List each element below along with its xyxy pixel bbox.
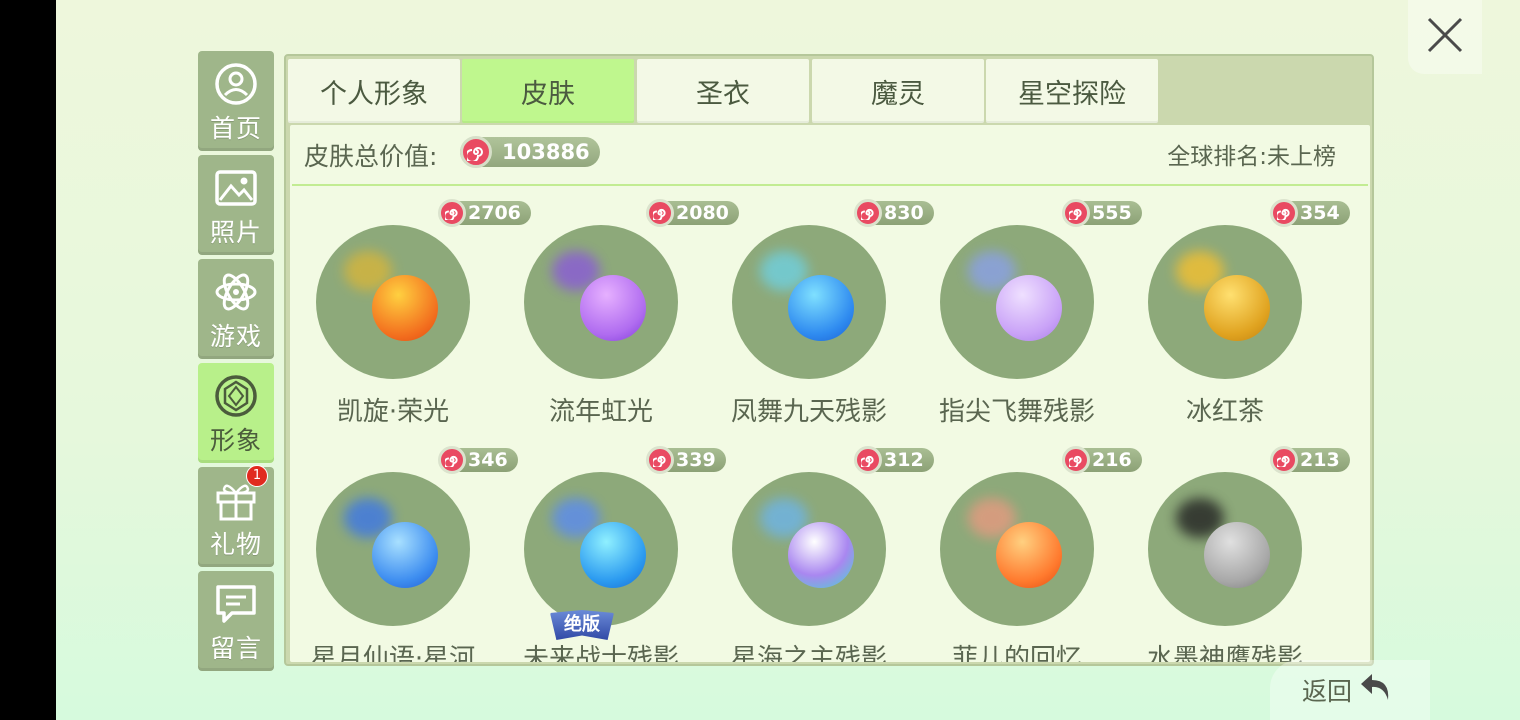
skin-disc: [316, 225, 470, 379]
skin-item[interactable]: 346 星月仙语·星河: [290, 442, 518, 662]
tab-spirit[interactable]: 魔灵: [812, 59, 984, 123]
skin-item[interactable]: 213 水墨神鹰残影: [1122, 442, 1350, 662]
skin-name: 流年虹光: [548, 397, 653, 427]
skin-disc: [732, 225, 886, 379]
candy-coin-icon: [1270, 199, 1298, 227]
back-label: 返回: [1301, 677, 1352, 706]
candy-coin-icon: [854, 446, 882, 474]
candy-coin-icon: [1270, 446, 1298, 474]
skin-name: 菲儿的回忆: [951, 644, 1082, 662]
sidebar-item-label: 形象: [209, 426, 262, 455]
sidebar-item-label: 照片: [209, 218, 262, 247]
sidebar-item-games[interactable]: 游戏: [198, 259, 274, 359]
total-value: 103886: [502, 140, 590, 164]
skin-name: 水墨神鹰残影: [1146, 644, 1303, 662]
notification-badge: 1: [246, 465, 268, 487]
candy-coin-icon: [438, 446, 466, 474]
sidebar-item-messages[interactable]: 留言: [198, 571, 274, 671]
limited-edition-badge: 绝版: [550, 610, 614, 640]
return-arrow-icon: [1358, 672, 1392, 708]
candy-coin-icon: [854, 199, 882, 227]
skin-disc: [732, 472, 886, 626]
skin-list: 皮肤总价值: 103886 全球排名:未上榜 2706 凯旋·荣光 2080 流…: [290, 125, 1370, 662]
tab-star-explore[interactable]: 星空探险: [986, 59, 1158, 123]
candy-coin-icon: [460, 136, 492, 168]
sidebar-item-label: 留言: [209, 634, 262, 663]
candy-coin-icon: [646, 446, 674, 474]
candy-coin-icon: [646, 199, 674, 227]
skin-disc: [1148, 225, 1302, 379]
sidebar-item-skin[interactable]: 形象: [198, 363, 274, 463]
skin-item[interactable]: 555 指尖飞舞残影: [914, 195, 1142, 435]
sidebar-item-label: 游戏: [209, 322, 262, 351]
candy-coin-icon: [1062, 199, 1090, 227]
candy-coin-icon: [438, 199, 466, 227]
skin-icon: [213, 373, 259, 419]
global-rank: 全球排名:未上榜: [1167, 144, 1336, 170]
skin-panel: 个人形象 皮肤 圣衣 魔灵 星空探险 皮肤总价值: 103886 全球排名:未上…: [284, 54, 1374, 666]
skin-name: 指尖飞舞残影: [938, 397, 1095, 427]
skin-name: 冰红茶: [1185, 397, 1264, 427]
skin-name: 星月仙语·星河: [310, 644, 476, 662]
skin-item[interactable]: 354 冰红茶: [1122, 195, 1350, 435]
skin-disc: [1148, 472, 1302, 626]
sidebar-item-gifts[interactable]: 1 礼物: [198, 465, 274, 567]
skin-name: 未来战士残影: [522, 644, 679, 662]
tab-profile[interactable]: 个人形象: [288, 59, 460, 123]
skin-item[interactable]: 830 凤舞九天残影: [706, 195, 934, 435]
sidebar-item-home[interactable]: 首页: [198, 51, 274, 151]
sidebar: 首页 照片 游戏 形象 1 礼物 留言: [198, 51, 274, 675]
candy-coin-icon: [1062, 446, 1090, 474]
atom-icon: [213, 269, 259, 315]
total-value-badge: 103886: [460, 136, 600, 168]
close-button[interactable]: [1408, 0, 1482, 74]
sidebar-item-photos[interactable]: 照片: [198, 155, 274, 255]
skin-item[interactable]: 2706 凯旋·荣光: [290, 195, 531, 435]
skin-disc: [524, 225, 678, 379]
sidebar-item-label: 礼物: [209, 530, 262, 559]
total-value-label: 皮肤总价值:: [304, 142, 438, 171]
skin-item[interactable]: 312 星海之主残影: [706, 442, 934, 662]
skin-name: 凯旋·荣光: [336, 397, 450, 427]
price-badge: 213: [1270, 446, 1350, 474]
skin-disc: [940, 225, 1094, 379]
message-icon: [213, 581, 259, 627]
sidebar-item-label: 首页: [209, 114, 262, 143]
skin-disc: [316, 472, 470, 626]
close-icon: [1426, 16, 1464, 58]
skin-name: 凤舞九天残影: [730, 397, 887, 427]
skin-item[interactable]: 2080 流年虹光: [498, 195, 739, 435]
price-badge: 354: [1270, 199, 1350, 227]
skin-item[interactable]: 216 菲儿的回忆: [914, 442, 1142, 662]
photo-icon: [213, 165, 259, 211]
skin-name: 星海之主残影: [730, 644, 887, 662]
skin-disc: [940, 472, 1094, 626]
skin-disc: [524, 472, 678, 626]
game-screen: 首页 照片 游戏 形象 1 礼物 留言 个人形象 皮肤 圣衣 魔灵 星空探险 皮…: [56, 0, 1520, 720]
tab-armor[interactable]: 圣衣: [637, 59, 809, 123]
divider: [292, 184, 1368, 186]
back-button[interactable]: 返回: [1270, 660, 1430, 720]
user-circle-icon: [213, 61, 259, 107]
skin-item[interactable]: 绝版 339 未来战士残影: [498, 442, 726, 662]
tab-skin[interactable]: 皮肤: [462, 59, 634, 123]
